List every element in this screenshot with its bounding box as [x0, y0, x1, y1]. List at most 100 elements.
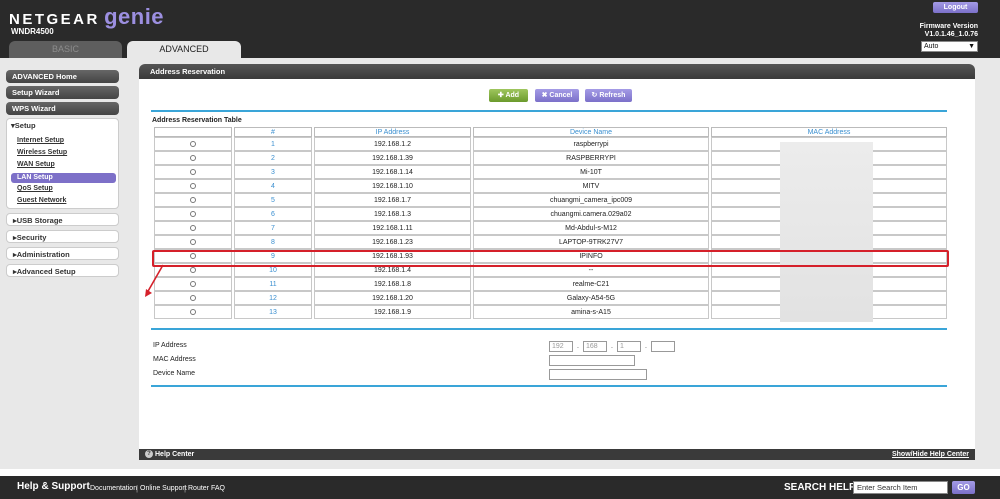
radio-button[interactable] — [190, 266, 196, 273]
cancel-button[interactable]: ✖ Cancel — [535, 89, 579, 102]
row-select[interactable] — [154, 221, 232, 235]
row-ip-address: 192.168.1.20 — [314, 291, 471, 305]
go-button[interactable]: GO — [952, 481, 975, 494]
row-select[interactable] — [154, 291, 232, 305]
nav-wireless-setup[interactable]: Wireless Setup — [17, 149, 67, 156]
highlight-box — [152, 250, 949, 267]
radio-button[interactable] — [190, 280, 196, 287]
nav-security[interactable]: ▸Security — [6, 230, 119, 243]
nav-qos-setup[interactable]: QoS Setup — [17, 185, 53, 192]
row-device-name: chuangmi_camera_ipc009 — [473, 193, 709, 207]
row-select[interactable] — [154, 235, 232, 249]
divider — [151, 328, 947, 330]
language-value: Auto — [924, 43, 939, 50]
top-header: NETGEAR genie WNDR4500 BASIC ADVANCED Lo… — [0, 0, 1000, 58]
refresh-button[interactable]: ↻ Refresh — [585, 89, 632, 102]
nav-wps-wizard[interactable]: WPS Wizard — [6, 102, 119, 115]
row-device-name: MITV — [473, 179, 709, 193]
radio-button[interactable] — [190, 210, 196, 217]
add-button[interactable]: ✚ Add — [489, 89, 528, 102]
row-number: 11 — [234, 277, 312, 291]
row-device-name: realme-C21 — [473, 277, 709, 291]
logout-button[interactable]: Logout — [933, 2, 978, 13]
device-name-input[interactable] — [549, 369, 647, 380]
router-faq-link[interactable]: Router FAQ — [188, 485, 225, 492]
search-help-label: SEARCH HELP — [784, 482, 856, 493]
row-number: 12 — [234, 291, 312, 305]
row-ip-address: 192.168.1.14 — [314, 165, 471, 179]
row-device-name: Mi-10T — [473, 165, 709, 179]
nav-usb-storage[interactable]: ▸USB Storage — [6, 213, 119, 226]
row-number: 7 — [234, 221, 312, 235]
ip-octet-3[interactable]: 1 — [617, 341, 641, 352]
col-number: # — [234, 127, 312, 137]
ip-dot: . — [611, 343, 613, 350]
tab-advanced[interactable]: ADVANCED — [127, 41, 241, 58]
language-select[interactable]: Auto ▼ — [921, 41, 978, 52]
radio-button[interactable] — [190, 154, 196, 161]
col-device-name: Device Name — [473, 127, 709, 137]
ip-octet-2[interactable]: 168 — [583, 341, 607, 352]
nav-lan-setup[interactable]: LAN Setup — [11, 173, 116, 183]
radio-button[interactable] — [190, 238, 196, 245]
tab-basic[interactable]: BASIC — [9, 41, 122, 58]
row-select[interactable] — [154, 165, 232, 179]
table-title: Address Reservation Table — [152, 117, 242, 124]
row-select[interactable] — [154, 207, 232, 221]
nav-advanced-setup[interactable]: ▸Advanced Setup — [6, 264, 119, 277]
page-title: Address Reservation — [139, 64, 975, 79]
device-name-label: Device Name — [153, 370, 196, 377]
help-support-title: Help & Support — [17, 481, 90, 492]
help-center-link[interactable]: ? Help Center — [145, 449, 194, 460]
separator: | — [136, 484, 139, 493]
radio-button[interactable] — [190, 168, 196, 175]
radio-button[interactable] — [190, 140, 196, 147]
row-ip-address: 192.168.1.8 — [314, 277, 471, 291]
row-number: 1 — [234, 137, 312, 151]
mac-address-input[interactable] — [549, 355, 635, 366]
show-hide-help-link[interactable]: Show/Hide Help Center — [892, 449, 969, 460]
row-ip-address: 192.168.1.3 — [314, 207, 471, 221]
radio-button[interactable] — [190, 308, 196, 315]
help-center-label: Help Center — [155, 451, 195, 458]
ip-octet-1[interactable]: 192 — [549, 341, 573, 352]
nav-wan-setup[interactable]: WAN Setup — [17, 161, 55, 168]
row-select[interactable] — [154, 151, 232, 165]
row-device-name: raspberrypi — [473, 137, 709, 151]
nav-guest-network[interactable]: Guest Network — [17, 197, 66, 204]
search-input[interactable]: Enter Search Item — [853, 481, 948, 494]
documentation-link[interactable]: Documentation — [90, 485, 137, 492]
row-device-name: LAPTOP-9TRK27V7 — [473, 235, 709, 249]
row-select[interactable] — [154, 277, 232, 291]
col-mac-address: MAC Address — [711, 127, 947, 137]
nav-setup[interactable]: ▾Setup — [11, 121, 36, 130]
radio-button[interactable] — [190, 294, 196, 301]
row-device-name: Galaxy-A54-5G — [473, 291, 709, 305]
row-select[interactable] — [154, 305, 232, 319]
row-select[interactable] — [154, 179, 232, 193]
radio-button[interactable] — [190, 182, 196, 189]
nav-administration[interactable]: ▸Administration — [6, 247, 119, 260]
row-ip-address: 192.168.1.9 — [314, 305, 471, 319]
row-number: 13 — [234, 305, 312, 319]
chevron-down-icon: ▼ — [968, 43, 975, 50]
nav-internet-setup[interactable]: Internet Setup — [17, 137, 64, 144]
row-select[interactable] — [154, 137, 232, 151]
ip-octet-4[interactable] — [651, 341, 675, 352]
left-navigation: ADVANCED Home Setup Wizard WPS Wizard ▾S… — [0, 58, 137, 469]
row-ip-address: 192.168.1.23 — [314, 235, 471, 249]
radio-button[interactable] — [190, 224, 196, 231]
online-support-link[interactable]: Online Support — [140, 485, 187, 492]
footer: Help & Support Documentation | Online Su… — [0, 476, 1000, 499]
col-select — [154, 127, 232, 137]
divider — [151, 110, 947, 112]
firmware-label: Firmware Version — [919, 23, 978, 30]
row-select[interactable] — [154, 193, 232, 207]
nav-setup-wizard[interactable]: Setup Wizard — [6, 86, 119, 99]
row-device-name: RASPBERRYPI — [473, 151, 709, 165]
red-arrow-icon — [145, 264, 164, 297]
row-number: 4 — [234, 179, 312, 193]
nav-advanced-home[interactable]: ADVANCED Home — [6, 70, 119, 83]
firmware-version: V1.0.1.46_1.0.76 — [924, 31, 978, 38]
radio-button[interactable] — [190, 196, 196, 203]
